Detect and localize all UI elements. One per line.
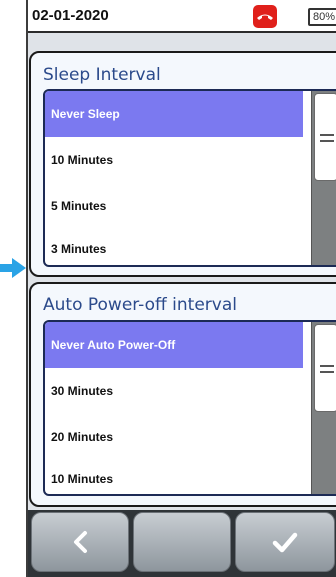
check-icon: [272, 532, 298, 553]
scroll-thumb[interactable]: [314, 93, 336, 181]
arrow-right-icon: [0, 258, 26, 278]
sleep-interval-list[interactable]: Never Sleep 10 Minutes 5 Minutes 3 Minut…: [43, 89, 336, 267]
scroll-thumb[interactable]: [314, 324, 336, 412]
grip-icon: [320, 134, 334, 142]
scrollbar[interactable]: [311, 91, 336, 265]
sleep-interval-panel: Sleep Interval Never Sleep 10 Minutes 5 …: [29, 51, 336, 277]
grip-icon: [320, 365, 334, 373]
battery-indicator: 80%: [308, 8, 336, 26]
list-item[interactable]: 3 Minutes: [45, 229, 303, 265]
list-item[interactable]: 20 Minutes: [45, 414, 303, 460]
back-button[interactable]: [31, 512, 129, 572]
phone-hangup-icon[interactable]: [253, 5, 277, 28]
device-screen: 02-01-2020 80% Sleep Interval Never Slee…: [26, 0, 336, 577]
date-label: 02-01-2020: [32, 7, 109, 24]
scrollbar[interactable]: [311, 322, 336, 494]
battery-level: 80%: [313, 11, 336, 23]
list-item[interactable]: Never Sleep: [45, 91, 303, 137]
list-item[interactable]: 10 Minutes: [45, 137, 303, 183]
auto-power-off-list[interactable]: Never Auto Power-Off 30 Minutes 20 Minut…: [43, 320, 336, 496]
list-item[interactable]: Never Auto Power-Off: [45, 322, 303, 368]
auto-power-off-title: Auto Power-off interval: [43, 295, 237, 315]
list-item[interactable]: 10 Minutes: [45, 460, 303, 494]
sleep-interval-title: Sleep Interval: [43, 65, 161, 85]
screen: 02-01-2020 80% Sleep Interval Never Slee…: [0, 0, 336, 577]
auto-power-off-panel: Auto Power-off interval Never Auto Power…: [29, 282, 336, 507]
button-bar: [28, 510, 336, 577]
status-bar: 02-01-2020 80%: [28, 0, 336, 33]
empty-button[interactable]: [133, 512, 231, 572]
list-item[interactable]: 5 Minutes: [45, 183, 303, 229]
list-item[interactable]: 30 Minutes: [45, 368, 303, 414]
confirm-button[interactable]: [235, 512, 335, 572]
chevron-left-icon: [74, 531, 87, 553]
